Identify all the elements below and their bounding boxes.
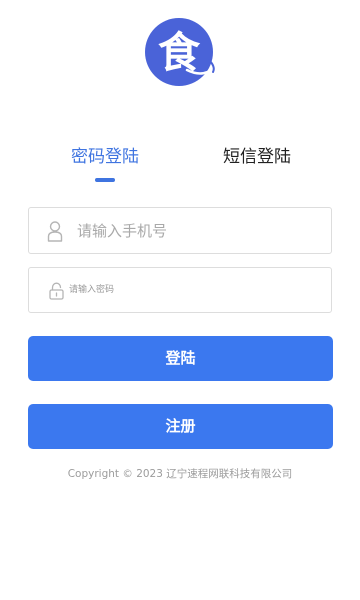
user-icon (47, 221, 63, 242)
tab-active-indicator (95, 178, 115, 182)
phone-field[interactable] (28, 207, 332, 254)
password-input[interactable] (69, 268, 309, 312)
logo-glyph: 食 (158, 28, 201, 77)
tab-password-login[interactable]: 密码登陆 (60, 145, 150, 169)
login-page: 食 密码登陆 短信登陆 登陆 注册 Copyright © 2023 辽宁速程网… (0, 0, 360, 600)
password-field[interactable] (28, 267, 332, 313)
lock-icon (49, 282, 64, 300)
login-button[interactable]: 登陆 (28, 336, 333, 381)
copyright-text: Copyright © 2023 辽宁速程网联科技有限公司 (67, 468, 293, 480)
tab-sms-login[interactable]: 短信登陆 (212, 145, 302, 169)
phone-input[interactable] (77, 208, 317, 253)
register-button[interactable]: 注册 (28, 404, 333, 449)
logo: 食 (145, 18, 217, 86)
